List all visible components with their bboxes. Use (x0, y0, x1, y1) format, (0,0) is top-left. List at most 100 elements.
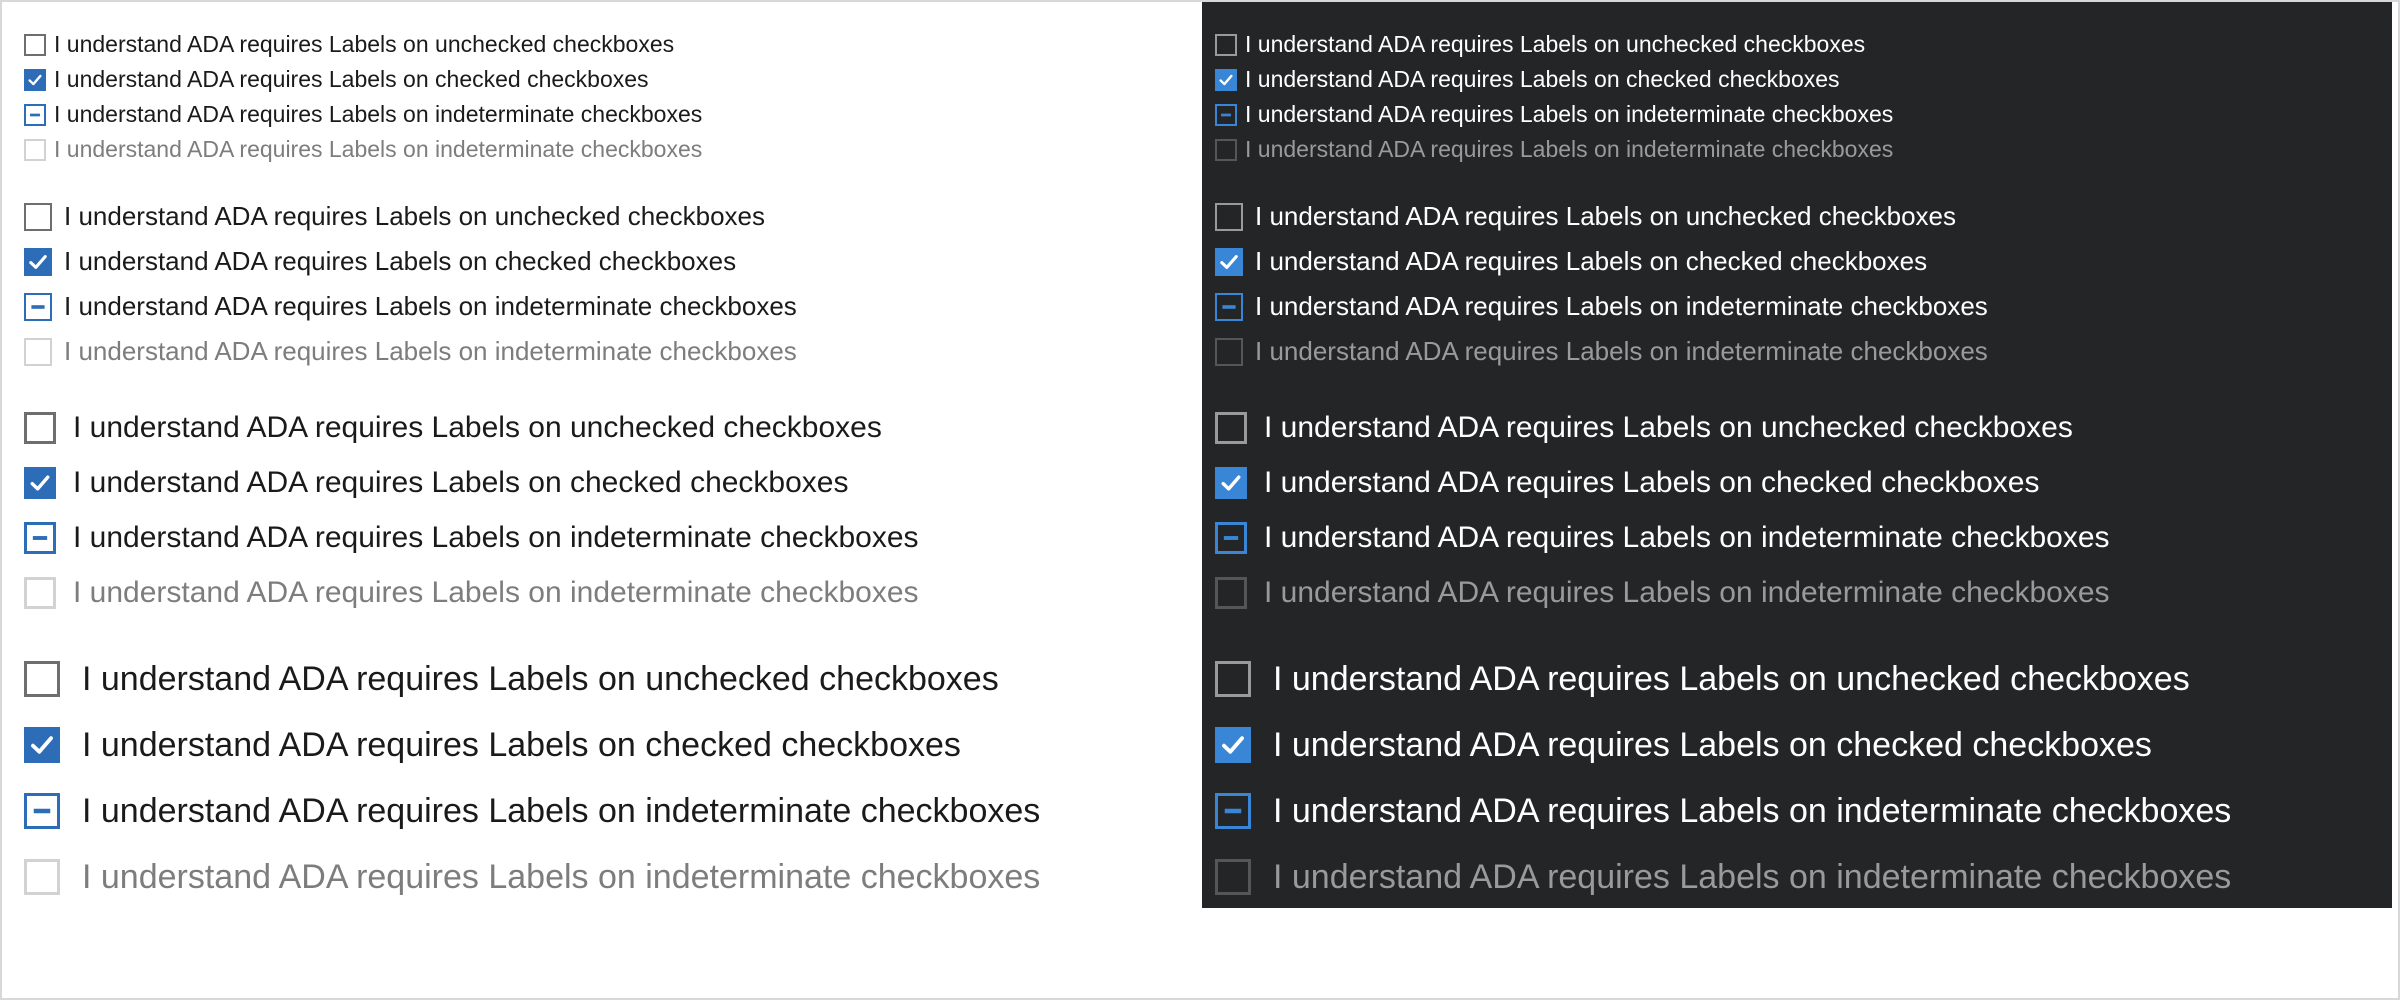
checkbox-row-disabled: I understand ADA requires Labels on inde… (2, 329, 1192, 374)
checkbox-label[interactable]: I understand ADA requires Labels on unch… (1264, 411, 2073, 445)
checkbox-row-disabled: I understand ADA requires Labels on inde… (1202, 132, 2392, 167)
checkbox-label-disabled: I understand ADA requires Labels on inde… (1245, 136, 1894, 162)
checkbox-unchecked[interactable] (1215, 661, 1251, 697)
checkbox-group-small-dark: I understand ADA requires Labels on unch… (1202, 27, 2392, 167)
checkbox-row-indeterminate[interactable]: I understand ADA requires Labels on inde… (2, 778, 1192, 844)
checkbox-label[interactable]: I understand ADA requires Labels on inde… (1245, 101, 1893, 128)
checkbox-indeterminate[interactable] (1215, 103, 1237, 126)
checkbox-checked[interactable] (24, 727, 60, 763)
dash-icon (1224, 808, 1242, 814)
dash-icon (32, 535, 48, 540)
dash-icon (1221, 113, 1231, 116)
checkbox-unchecked[interactable] (24, 33, 46, 56)
checkbox-row-disabled: I understand ADA requires Labels on inde… (1202, 844, 2392, 910)
checkbox-checked[interactable] (1215, 727, 1251, 763)
checkbox-label[interactable]: I understand ADA requires Labels on unch… (64, 201, 765, 232)
checkbox-row-unchecked[interactable]: I understand ADA requires Labels on unch… (1202, 646, 2392, 712)
checkbox-label[interactable]: I understand ADA requires Labels on inde… (82, 792, 1040, 831)
checkbox-checked[interactable] (1215, 68, 1237, 91)
dash-icon (1222, 304, 1236, 309)
checkbox-unchecked[interactable] (1215, 33, 1237, 56)
checkbox-label[interactable]: I understand ADA requires Labels on unch… (1273, 660, 2190, 699)
checkbox-label[interactable]: I understand ADA requires Labels on chec… (73, 466, 849, 500)
checkbox-row-indeterminate[interactable]: I understand ADA requires Labels on inde… (2, 284, 1192, 329)
checkmark-icon (1219, 74, 1233, 85)
checkbox-row-checked[interactable]: I understand ADA requires Labels on chec… (1202, 455, 2392, 510)
checkbox-row-checked[interactable]: I understand ADA requires Labels on chec… (2, 455, 1192, 510)
checkbox-row-indeterminate[interactable]: I understand ADA requires Labels on inde… (1202, 97, 2392, 132)
checkbox-row-indeterminate[interactable]: I understand ADA requires Labels on inde… (1202, 510, 2392, 565)
checkbox-unchecked[interactable] (1215, 202, 1243, 231)
checkbox-label[interactable]: I understand ADA requires Labels on chec… (54, 66, 649, 93)
checkmark-icon (1221, 474, 1241, 491)
checkbox-row-unchecked[interactable]: I understand ADA requires Labels on unch… (1202, 27, 2392, 62)
checkbox-indeterminate[interactable] (1215, 521, 1247, 554)
checkbox-row-unchecked[interactable]: I understand ADA requires Labels on unch… (2, 400, 1192, 455)
checkbox-checked[interactable] (24, 247, 52, 276)
checkbox-disabled (24, 859, 60, 895)
checkbox-label[interactable]: I understand ADA requires Labels on chec… (82, 726, 961, 765)
checkbox-indeterminate[interactable] (24, 793, 60, 829)
checkbox-indeterminate[interactable] (1215, 793, 1251, 829)
checkbox-row-unchecked[interactable]: I understand ADA requires Labels on unch… (2, 194, 1192, 239)
checkbox-row-checked[interactable]: I understand ADA requires Labels on chec… (1202, 239, 2392, 284)
checkbox-label[interactable]: I understand ADA requires Labels on inde… (64, 291, 797, 322)
checkbox-disabled (1215, 859, 1251, 895)
dark-theme-panel: I understand ADA requires Labels on unch… (1202, 2, 2392, 908)
checkbox-label-disabled: I understand ADA requires Labels on inde… (64, 336, 797, 366)
checkbox-row-indeterminate[interactable]: I understand ADA requires Labels on inde… (2, 97, 1192, 132)
checkbox-label[interactable]: I understand ADA requires Labels on unch… (82, 660, 999, 699)
checkbox-unchecked[interactable] (24, 202, 52, 231)
checkbox-label[interactable]: I understand ADA requires Labels on chec… (1264, 466, 2040, 500)
checkbox-row-checked[interactable]: I understand ADA requires Labels on chec… (2, 712, 1192, 778)
checkbox-group-small-light: I understand ADA requires Labels on unch… (2, 27, 1192, 167)
checkbox-group-large-light: I understand ADA requires Labels on unch… (2, 400, 1192, 620)
checkbox-indeterminate[interactable] (24, 292, 52, 321)
checkbox-unchecked[interactable] (1215, 411, 1247, 444)
checkbox-label[interactable]: I understand ADA requires Labels on inde… (73, 521, 919, 555)
dash-icon (30, 113, 40, 116)
checkbox-checked[interactable] (24, 68, 46, 91)
checkbox-unchecked[interactable] (24, 411, 56, 444)
checkbox-indeterminate[interactable] (24, 103, 46, 126)
checkbox-row-checked[interactable]: I understand ADA requires Labels on chec… (1202, 712, 2392, 778)
checkbox-label[interactable]: I understand ADA requires Labels on unch… (1245, 31, 1865, 58)
checkbox-disabled (1215, 576, 1247, 609)
checkbox-row-disabled: I understand ADA requires Labels on inde… (2, 844, 1192, 910)
checkbox-label[interactable]: I understand ADA requires Labels on chec… (1245, 66, 1840, 93)
checkbox-disabled (1215, 138, 1237, 161)
checkbox-checked[interactable] (1215, 466, 1247, 499)
checkbox-row-checked[interactable]: I understand ADA requires Labels on chec… (2, 239, 1192, 284)
checkbox-label-disabled: I understand ADA requires Labels on inde… (1255, 336, 1988, 366)
checkbox-indeterminate[interactable] (24, 521, 56, 554)
light-theme-panel: I understand ADA requires Labels on unch… (2, 2, 1192, 908)
checkbox-label[interactable]: I understand ADA requires Labels on inde… (1273, 792, 2231, 831)
checkbox-disabled (1215, 337, 1243, 366)
checkbox-checked[interactable] (24, 466, 56, 499)
checkbox-label[interactable]: I understand ADA requires Labels on inde… (54, 101, 702, 128)
checkbox-row-unchecked[interactable]: I understand ADA requires Labels on unch… (2, 646, 1192, 712)
checkbox-disabled (24, 138, 46, 161)
checkbox-label-disabled: I understand ADA requires Labels on inde… (82, 857, 1041, 896)
checkbox-label[interactable]: I understand ADA requires Labels on unch… (1255, 201, 1956, 232)
checkbox-indeterminate[interactable] (1215, 292, 1243, 321)
checkbox-label[interactable]: I understand ADA requires Labels on chec… (1273, 726, 2152, 765)
checkbox-row-unchecked[interactable]: I understand ADA requires Labels on unch… (1202, 194, 2392, 239)
checkbox-row-unchecked[interactable]: I understand ADA requires Labels on unch… (1202, 400, 2392, 455)
checkbox-row-indeterminate[interactable]: I understand ADA requires Labels on inde… (2, 510, 1192, 565)
checkbox-unchecked[interactable] (24, 661, 60, 697)
checkbox-row-checked[interactable]: I understand ADA requires Labels on chec… (1202, 62, 2392, 97)
checkbox-row-unchecked[interactable]: I understand ADA requires Labels on unch… (2, 27, 1192, 62)
checkbox-label[interactable]: I understand ADA requires Labels on chec… (1255, 246, 1927, 277)
checkmark-icon (31, 736, 53, 754)
checkbox-label[interactable]: I understand ADA requires Labels on unch… (73, 411, 882, 445)
checkbox-label[interactable]: I understand ADA requires Labels on inde… (1264, 521, 2110, 555)
checkbox-label[interactable]: I understand ADA requires Labels on unch… (54, 31, 674, 58)
checkbox-group-large-dark: I understand ADA requires Labels on unch… (1202, 400, 2392, 620)
checkbox-checked[interactable] (1215, 247, 1243, 276)
checkbox-label[interactable]: I understand ADA requires Labels on chec… (64, 246, 736, 277)
checkbox-row-checked[interactable]: I understand ADA requires Labels on chec… (2, 62, 1192, 97)
checkbox-row-indeterminate[interactable]: I understand ADA requires Labels on inde… (1202, 284, 2392, 329)
checkbox-label[interactable]: I understand ADA requires Labels on inde… (1255, 291, 1988, 322)
checkbox-row-indeterminate[interactable]: I understand ADA requires Labels on inde… (1202, 778, 2392, 844)
